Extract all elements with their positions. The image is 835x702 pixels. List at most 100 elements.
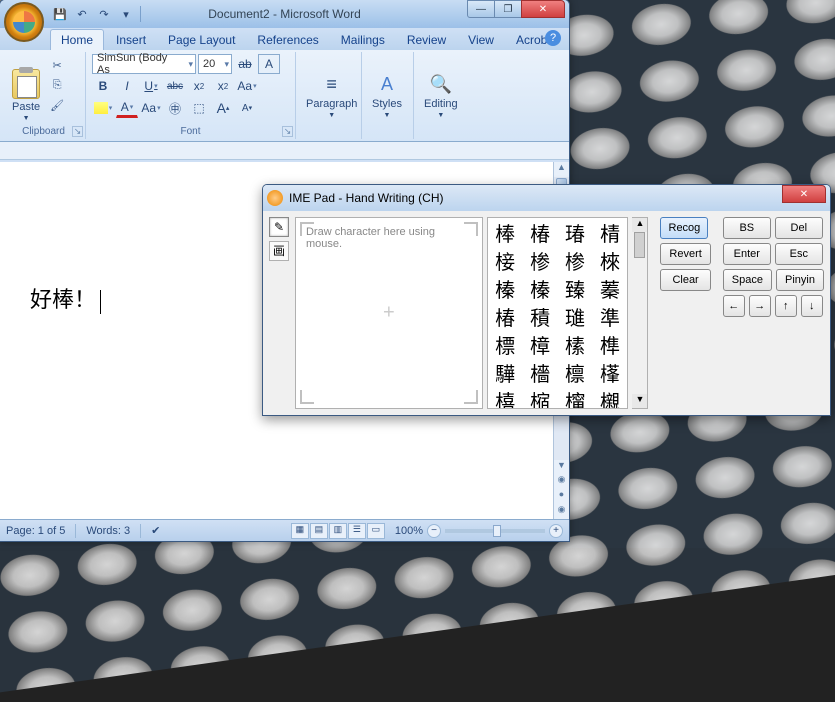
candidate-char[interactable]: 棒	[488, 218, 523, 246]
zoom-thumb[interactable]	[493, 525, 501, 537]
bs-button[interactable]: BS	[723, 217, 771, 239]
cand-scroll-thumb[interactable]	[634, 232, 645, 258]
candidate-char[interactable]: 榡	[558, 330, 593, 358]
tab-mailings[interactable]: Mailings	[331, 30, 395, 50]
char-border-icon[interactable]: ㊥	[164, 98, 186, 118]
candidate-char[interactable]: 椿	[488, 302, 523, 330]
qat-save-icon[interactable]: 💾	[50, 4, 70, 24]
tab-references[interactable]: References	[247, 30, 328, 50]
bold-button[interactable]: B	[92, 76, 114, 96]
candidate-char[interactable]: 椿	[523, 218, 558, 246]
revert-button[interactable]: Revert	[660, 243, 710, 265]
qat-customize-icon[interactable]: ▾	[116, 4, 136, 24]
tab-review[interactable]: Review	[397, 30, 456, 50]
candidate-char[interactable]: 椄	[488, 246, 523, 274]
candidate-char[interactable]: 臻	[558, 274, 593, 302]
candidate-char[interactable]: 樥	[592, 358, 627, 386]
office-button[interactable]	[4, 2, 44, 42]
minimize-button[interactable]: —	[467, 0, 495, 18]
highlight-button[interactable]	[92, 98, 114, 118]
candidate-char[interactable]: 準	[592, 302, 627, 330]
font-dialog-icon[interactable]: ↘	[282, 126, 293, 137]
status-page[interactable]: Page: 1 of 5	[6, 525, 65, 537]
pinyin-button[interactable]: Pinyin	[776, 269, 824, 291]
status-proof-icon[interactable]: ✔	[151, 524, 160, 537]
close-button[interactable]: ✕	[521, 0, 565, 18]
candidate-char[interactable]: 標	[488, 330, 523, 358]
font-family-combo[interactable]: SimSun (Body As	[92, 54, 196, 74]
handwriting-tool-icon[interactable]: ✎	[269, 217, 289, 237]
ime-close-button[interactable]: ✕	[782, 185, 826, 203]
font-size-combo[interactable]: 20	[198, 54, 232, 74]
candidate-char[interactable]: 瑃	[558, 218, 593, 246]
stroke-tool-icon[interactable]: 画	[269, 241, 289, 261]
candidate-char[interactable]: 樎	[523, 386, 558, 409]
enter-button[interactable]: Enter	[723, 243, 771, 265]
candidate-char[interactable]: 蓁	[592, 274, 627, 302]
candidate-char[interactable]: 棶	[592, 246, 627, 274]
candidate-char[interactable]: 璡	[558, 302, 593, 330]
tab-home[interactable]: Home	[50, 29, 104, 50]
maximize-button[interactable]: ❐	[494, 0, 522, 18]
zoom-slider[interactable]	[445, 529, 545, 533]
qat-undo-icon[interactable]: ↶	[72, 4, 92, 24]
strikethrough-button[interactable]: abc	[164, 76, 186, 96]
change-case-button-2[interactable]: Aa	[140, 98, 162, 118]
format-painter-icon[interactable]: 🖌	[47, 96, 67, 114]
candidate-scrollbar[interactable]: ▲ ▼	[632, 217, 648, 409]
clear-button[interactable]: Clear	[660, 269, 710, 291]
scroll-down-icon[interactable]: ▼	[554, 460, 569, 475]
recog-button[interactable]: Recog	[660, 217, 708, 239]
clear-formatting-icon[interactable]: ab	[234, 54, 256, 74]
word-titlebar[interactable]: 💾 ↶ ↷ ▾ Document2 - Microsoft Word — ❐ ✕	[0, 0, 569, 28]
view-print-icon[interactable]: ▦	[291, 523, 309, 539]
font-color-button[interactable]: A	[116, 98, 138, 118]
del-button[interactable]: Del	[775, 217, 823, 239]
ime-titlebar[interactable]: IME Pad - Hand Writing (CH) ✕	[263, 185, 830, 211]
candidate-char[interactable]: 驊	[488, 358, 523, 386]
view-outline-icon[interactable]: ☰	[348, 523, 366, 539]
styles-button[interactable]: A Styles▼	[368, 54, 406, 137]
drawing-pad[interactable]: Draw character here using mouse. +	[295, 217, 483, 409]
up-button[interactable]: ↑	[775, 295, 797, 317]
left-button[interactable]: ←	[723, 295, 745, 317]
cand-scroll-down-icon[interactable]: ▼	[632, 394, 647, 408]
candidate-char[interactable]: 檩	[558, 358, 593, 386]
tab-page-layout[interactable]: Page Layout	[158, 30, 245, 50]
shrink-font-button[interactable]: A▾	[236, 98, 258, 118]
candidate-char[interactable]: 檣	[523, 358, 558, 386]
grow-font-button[interactable]: A▴	[212, 98, 234, 118]
candidate-char[interactable]: 棈	[592, 218, 627, 246]
candidate-char[interactable]: 橣	[558, 386, 593, 409]
view-reading-icon[interactable]: ▤	[310, 523, 328, 539]
candidate-char[interactable]: 榫	[592, 330, 627, 358]
editing-button[interactable]: 🔍 Editing▼	[420, 54, 462, 137]
italic-button[interactable]: I	[116, 76, 138, 96]
copy-icon[interactable]: ⎘	[47, 76, 67, 94]
underline-button[interactable]: U	[140, 76, 162, 96]
candidate-char[interactable]: 榛	[523, 274, 558, 302]
char-shading-icon[interactable]: ⬚	[188, 98, 210, 118]
view-web-icon[interactable]: ▥	[329, 523, 347, 539]
subscript-button[interactable]: x2	[188, 76, 210, 96]
help-icon[interactable]: ?	[545, 30, 561, 46]
scroll-up-icon[interactable]: ▲	[554, 162, 569, 177]
qat-redo-icon[interactable]: ↷	[94, 4, 114, 24]
prev-page-icon[interactable]: ◉	[554, 474, 569, 489]
browse-object-icon[interactable]: ●	[554, 489, 569, 504]
candidate-char[interactable]: 椮	[523, 246, 558, 274]
down-button[interactable]: ↓	[801, 295, 823, 317]
zoom-in-button[interactable]: +	[549, 524, 563, 538]
esc-button[interactable]: Esc	[775, 243, 823, 265]
zoom-level[interactable]: 100%	[395, 525, 423, 537]
cut-icon[interactable]: ✂	[47, 56, 67, 74]
right-button[interactable]: →	[749, 295, 771, 317]
next-page-icon[interactable]: ◉	[554, 504, 569, 519]
candidate-char[interactable]: 櫬	[592, 386, 627, 409]
clipboard-dialog-icon[interactable]: ↘	[72, 126, 83, 137]
space-button[interactable]: Space	[723, 269, 772, 291]
tab-view[interactable]: View	[458, 30, 504, 50]
cand-scroll-up-icon[interactable]: ▲	[632, 218, 647, 232]
ruler[interactable]	[0, 142, 569, 160]
tab-insert[interactable]: Insert	[106, 30, 156, 50]
